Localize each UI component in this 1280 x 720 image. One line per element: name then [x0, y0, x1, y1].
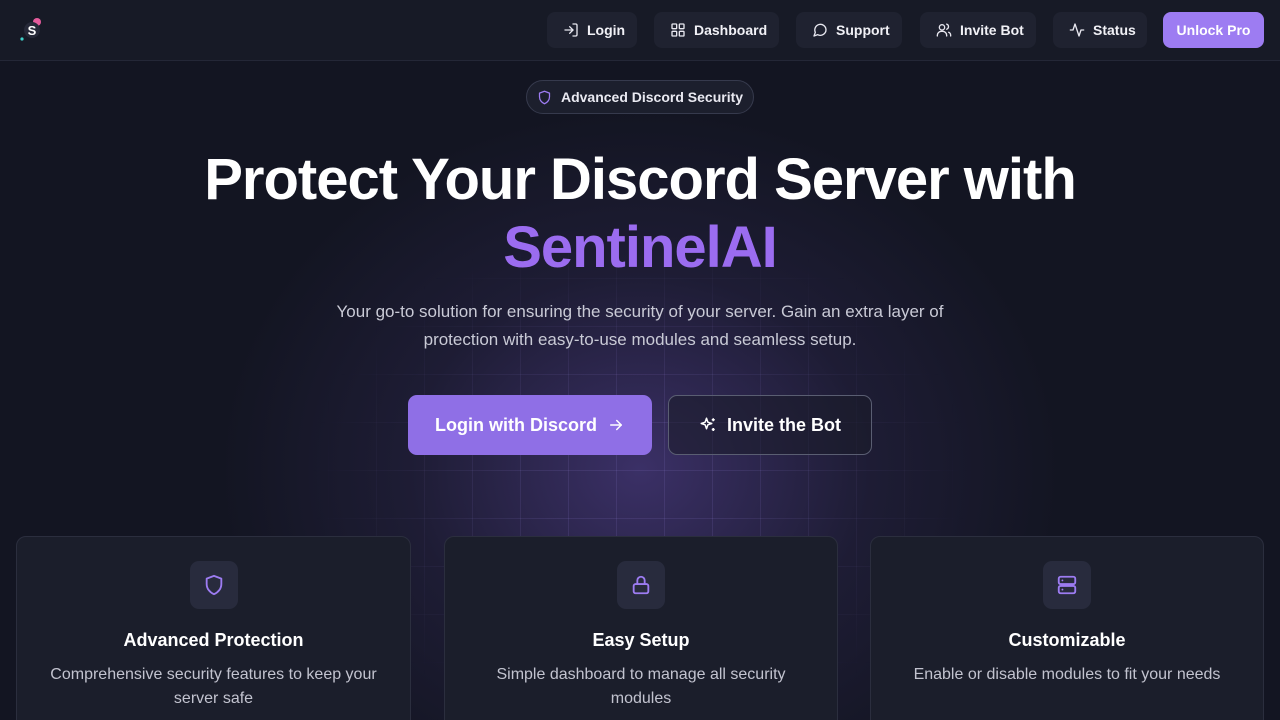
status-nav-button[interactable]: Status: [1053, 12, 1147, 48]
lock-icon: [632, 575, 650, 595]
invite-bot-nav-button[interactable]: Invite Bot: [920, 12, 1036, 48]
dashboard-icon: [671, 23, 685, 37]
dashboard-nav-label: Dashboard: [694, 22, 768, 38]
security-badge: Advanced Discord Security: [526, 80, 754, 114]
feature-icon-box: [1043, 561, 1091, 609]
shield-icon: [205, 574, 222, 596]
users-icon: [936, 23, 952, 37]
feature-icon-box: [617, 561, 665, 609]
activity-icon: [1069, 23, 1085, 37]
status-nav-label: Status: [1093, 22, 1136, 38]
feature-card-easy-setup: Easy Setup Simple dashboard to manage al…: [444, 536, 838, 720]
sparkles-icon: [700, 417, 715, 431]
dashboard-nav-button[interactable]: Dashboard: [654, 12, 779, 48]
arrow-right-icon: [610, 419, 622, 431]
invite-the-bot-button[interactable]: Invite the Bot: [668, 395, 872, 455]
login-with-discord-label: Login with Discord: [435, 414, 597, 435]
login-with-discord-button[interactable]: Login with Discord: [408, 395, 652, 455]
login-nav-label: Login: [587, 22, 626, 38]
hero-subtitle: Your go-to solution for ensuring the sec…: [336, 302, 944, 349]
hero-brand-name: SentinelAI: [503, 215, 778, 280]
login-icon: [564, 23, 578, 37]
feature-icon-box: [189, 561, 238, 609]
top-navbar: S Login Dashboard Support Invite Bot Sta…: [0, 0, 1280, 61]
unlock-pro-label: Unlock Pro: [1176, 22, 1251, 38]
unlock-pro-button[interactable]: Unlock Pro: [1163, 12, 1264, 48]
feature-description: Comprehensive security features to keep …: [50, 666, 377, 707]
sentinel-logo[interactable]: S: [18, 16, 46, 44]
security-badge-label: Advanced Discord Security: [560, 89, 744, 105]
support-nav-button[interactable]: Support: [796, 12, 902, 48]
feature-title: Advanced Protection: [123, 630, 304, 650]
shield-icon: [538, 90, 551, 104]
feature-title: Customizable: [1008, 630, 1126, 650]
login-nav-button[interactable]: Login: [547, 12, 637, 48]
invite-bot-nav-label: Invite Bot: [960, 22, 1024, 38]
message-circle-icon: [813, 23, 827, 37]
server-icon: [1057, 575, 1077, 595]
feature-title: Easy Setup: [592, 630, 690, 650]
feature-card-customizable: Customizable Enable or disable modules t…: [870, 536, 1264, 720]
feature-description: Simple dashboard to manage all security …: [496, 666, 786, 707]
hero-title: Protect Your Discord Server with: [204, 147, 1077, 212]
feature-card-advanced-protection: Advanced Protection Comprehensive securi…: [16, 536, 411, 720]
invite-the-bot-label: Invite the Bot: [726, 414, 841, 435]
svg-text:S: S: [28, 23, 37, 38]
feature-description: Enable or disable modules to fit your ne…: [913, 666, 1221, 683]
support-nav-label: Support: [836, 22, 890, 38]
